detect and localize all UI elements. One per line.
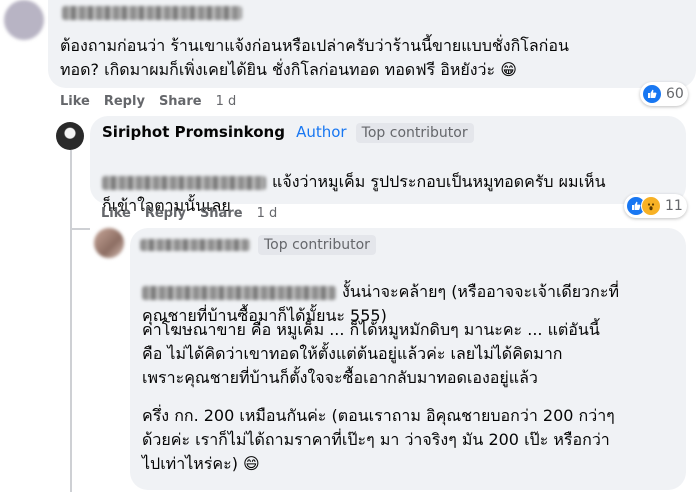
author-label: Author bbox=[296, 123, 347, 141]
timestamp[interactable]: 1 d bbox=[257, 206, 278, 221]
share-button[interactable]: Share bbox=[200, 206, 243, 221]
reaction-count: 60 bbox=[666, 86, 684, 102]
mentioned-name-blurred bbox=[142, 285, 336, 300]
like-button[interactable]: Like bbox=[60, 94, 90, 109]
comment-paragraph-2: ค่าโฆษณาขาย คือ หมูเค็ม ... ก็ได้หมูหมัก… bbox=[142, 320, 600, 387]
mentioned-name-blurred bbox=[102, 175, 266, 190]
wow-icon bbox=[641, 196, 661, 216]
top-contributor-badge: Top contributor bbox=[258, 235, 376, 255]
thread-connector bbox=[70, 228, 90, 230]
avatar[interactable] bbox=[94, 228, 124, 258]
timestamp[interactable]: 1 d bbox=[216, 94, 237, 109]
comment-bubble: ต้องถามก่อนว่า ร้านเขาแจ้งก่อนหรือเปล่าค… bbox=[48, 0, 696, 88]
comment-bubble: Siriphot Promsinkong Author Top contribu… bbox=[90, 116, 686, 215]
comment-paragraph-3: ครึ่ง กก. 200 เหมือนกันค่ะ (ตอนเราถาม อิ… bbox=[142, 406, 615, 473]
author-name[interactable]: Siriphot Promsinkong bbox=[102, 123, 285, 141]
comment-text: ต้องถามก่อนว่า ร้านเขาแจ้งก่อนหรือเปล่าค… bbox=[60, 36, 569, 79]
comment-actions: Like Reply Share 1 d bbox=[60, 94, 250, 109]
comment-actions: Like Reply Share 1 d bbox=[101, 206, 291, 221]
reaction-summary[interactable]: 11 bbox=[624, 194, 687, 218]
avatar[interactable] bbox=[4, 0, 44, 40]
reaction-summary[interactable]: 60 bbox=[640, 82, 688, 106]
like-button[interactable]: Like bbox=[101, 206, 131, 221]
reply-button[interactable]: Reply bbox=[104, 94, 145, 109]
comment-bubble: Top contributor งั้นน่าจะคล้ายๆ (หรืออาจ… bbox=[130, 228, 686, 490]
commenter-name-blurred bbox=[140, 238, 250, 251]
commenter-name-blurred bbox=[62, 6, 242, 20]
like-icon bbox=[642, 84, 662, 104]
thread-line bbox=[70, 150, 72, 230]
author-avatar[interactable] bbox=[56, 122, 84, 150]
reply-button[interactable]: Reply bbox=[145, 206, 186, 221]
share-button[interactable]: Share bbox=[159, 94, 202, 109]
reaction-count: 11 bbox=[665, 198, 683, 214]
top-contributor-badge: Top contributor bbox=[355, 123, 474, 143]
thread-line-lower bbox=[70, 228, 72, 492]
